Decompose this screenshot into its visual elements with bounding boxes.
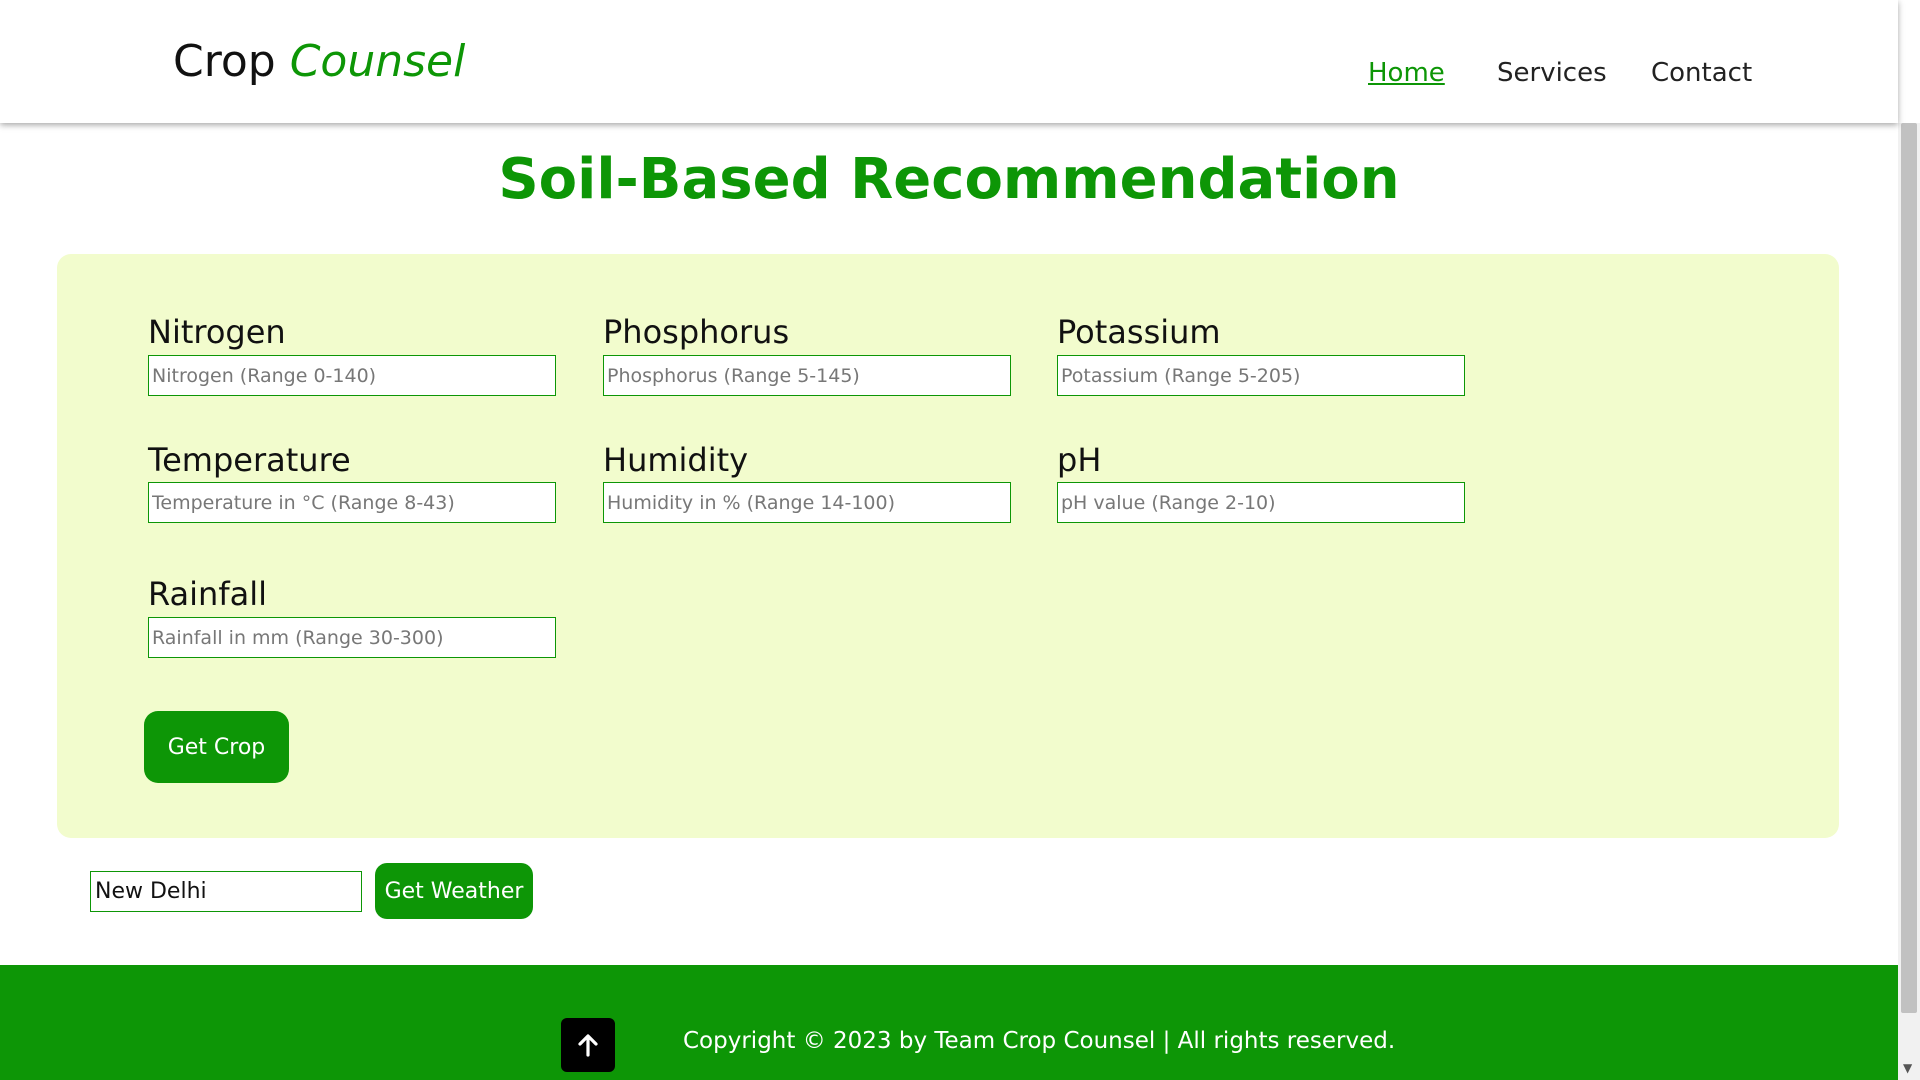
scroll-down-arrow-icon[interactable]: ▼ xyxy=(1903,1061,1912,1075)
humidity-input[interactable] xyxy=(603,482,1011,523)
site-logo[interactable]: Crop Counsel xyxy=(173,34,465,90)
site-header: Crop Counsel Home Services Contact xyxy=(0,0,1898,123)
nav-home-link[interactable]: Home xyxy=(1368,56,1445,90)
logo-word-counsel: Counsel xyxy=(289,36,466,87)
rainfall-label: Rainfall xyxy=(148,575,267,613)
ph-input[interactable] xyxy=(1057,482,1465,523)
rainfall-input[interactable] xyxy=(148,617,556,658)
nav-contact-link[interactable]: Contact xyxy=(1651,56,1752,90)
back-to-top-button[interactable] xyxy=(561,1018,615,1072)
temperature-label: Temperature xyxy=(148,441,351,479)
copyright-text: Copyright © 2023 by Team Crop Counsel | … xyxy=(683,1028,1396,1054)
scrollbar-thumb[interactable] xyxy=(1901,123,1917,1013)
phosphorus-label: Phosphorus xyxy=(603,313,790,351)
temperature-input[interactable] xyxy=(148,482,556,523)
potassium-label: Potassium xyxy=(1057,313,1221,351)
site-footer: Copyright © 2023 by Team Crop Counsel | … xyxy=(0,965,1898,1080)
ph-label: pH xyxy=(1057,441,1102,479)
potassium-input[interactable] xyxy=(1057,355,1465,396)
nitrogen-input[interactable] xyxy=(148,355,556,396)
phosphorus-input[interactable] xyxy=(603,355,1011,396)
soil-form-panel: Nitrogen Phosphorus Potassium Temperatur… xyxy=(57,254,1839,838)
nitrogen-label: Nitrogen xyxy=(148,313,286,351)
arrow-up-icon xyxy=(578,1034,598,1057)
logo-word-crop: Crop xyxy=(173,36,276,87)
get-weather-button[interactable]: Get Weather xyxy=(375,863,533,919)
humidity-label: Humidity xyxy=(603,441,749,479)
nav-services-link[interactable]: Services xyxy=(1497,56,1607,90)
get-crop-button[interactable]: Get Crop xyxy=(144,711,289,783)
page-scrollbar[interactable]: ▼ xyxy=(1898,123,1920,1080)
page-title: Soil-Based Recommendation xyxy=(498,147,1400,212)
city-input[interactable] xyxy=(90,871,362,912)
